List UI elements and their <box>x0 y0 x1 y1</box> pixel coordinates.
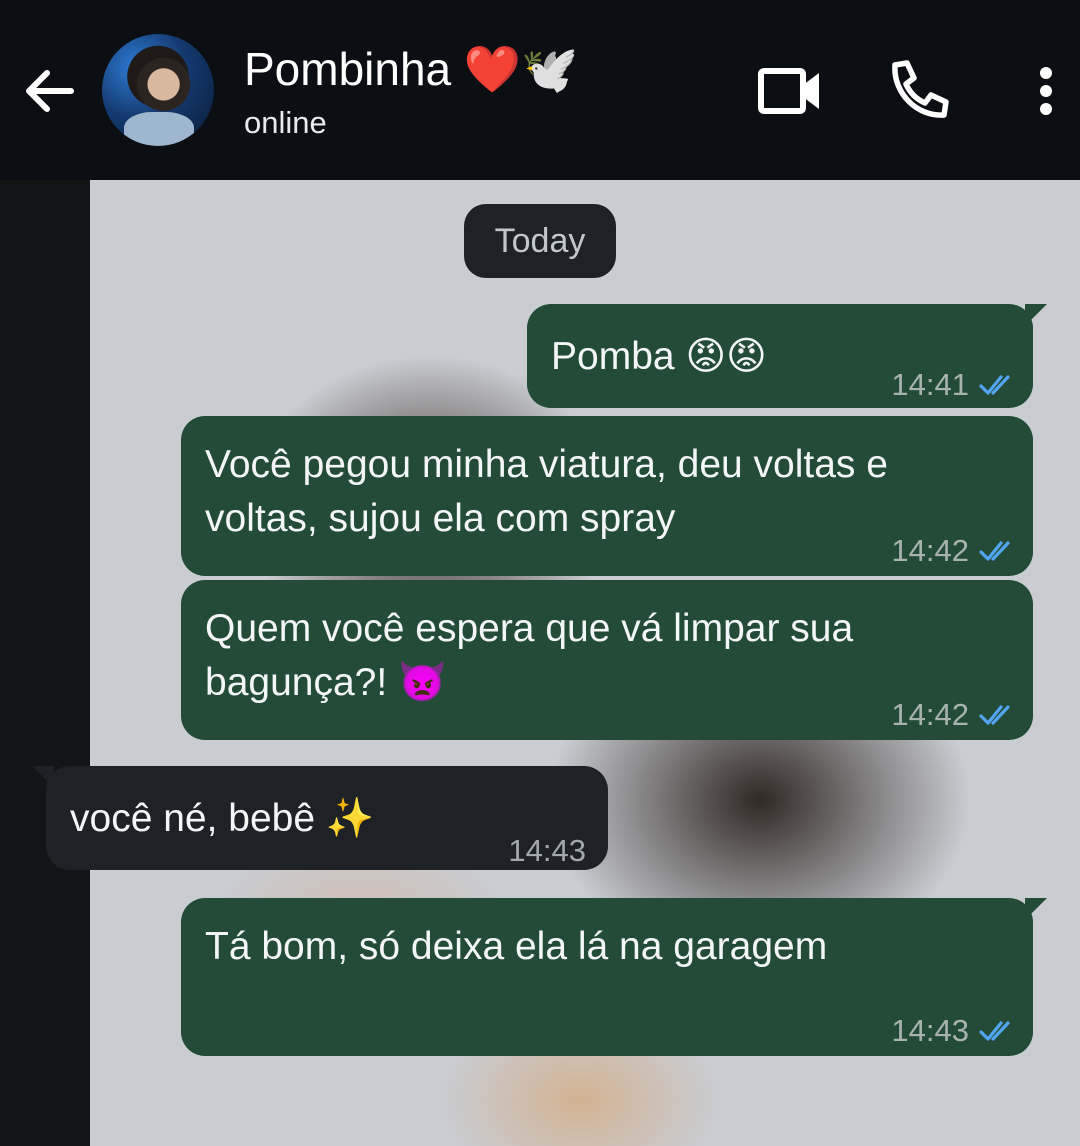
video-call-button[interactable] <box>748 56 832 126</box>
chat-area[interactable]: Today Pomba 😡😡 14:41 Você pegou minha vi… <box>0 180 1080 1146</box>
outgoing-message[interactable]: Tá bom, só deixa ela lá na garagem 14:43 <box>181 898 1047 1058</box>
message-text: Pomba 😡😡 <box>551 335 767 378</box>
bubble-tail <box>1025 898 1047 920</box>
message-time: 14:41 <box>891 367 969 402</box>
more-options-icon <box>1040 67 1052 115</box>
contact-avatar[interactable] <box>102 34 214 146</box>
message-text: Quem você espera que vá limpar sua bagun… <box>205 602 853 710</box>
message-line: bagunça?! 👿 <box>205 661 447 704</box>
message-time: 14:42 <box>891 697 969 732</box>
message-time: 14:43 <box>891 1013 969 1048</box>
video-call-icon <box>758 68 819 114</box>
message-line: Quem você espera que vá limpar sua <box>205 607 854 650</box>
outgoing-message[interactable]: Pomba 😡😡 14:41 <box>527 304 1047 408</box>
message-text: você né, bebê ✨ <box>70 797 375 840</box>
message-line: Você pegou minha viatura, deu voltas e <box>205 443 888 486</box>
contact-name[interactable]: Pombinha ❤️🕊️ <box>244 42 578 97</box>
message-meta: 14:43 <box>891 1004 1019 1058</box>
date-divider: Today <box>464 204 616 278</box>
message-text: Você pegou minha viatura, deu voltas e v… <box>205 438 888 546</box>
bubble-tail <box>32 766 54 788</box>
back-arrow-icon <box>26 70 74 112</box>
voice-call-button[interactable] <box>876 52 960 128</box>
read-receipt-icon <box>979 541 1010 561</box>
message-time: 14:42 <box>891 533 969 568</box>
message-line: voltas, sujou ela com spray <box>205 497 676 540</box>
message-meta: 14:42 <box>891 524 1019 578</box>
message-text: Tá bom, só deixa ela lá na garagem <box>205 925 828 968</box>
read-receipt-icon <box>979 375 1010 395</box>
message-meta: 14:43 <box>508 824 586 878</box>
read-receipt-icon <box>979 1021 1010 1041</box>
phone-call-icon <box>892 60 949 118</box>
message-meta: 14:42 <box>891 688 1019 742</box>
back-button[interactable] <box>14 56 84 126</box>
read-receipt-icon <box>979 705 1010 725</box>
chat-header: Pombinha ❤️🕊️ online <box>0 0 1080 180</box>
message-meta: 14:41 <box>891 358 1019 412</box>
contact-status: online <box>244 105 327 140</box>
message-time: 14:43 <box>508 833 586 868</box>
outgoing-message[interactable]: Você pegou minha viatura, deu voltas e v… <box>181 416 1033 576</box>
more-options-button[interactable] <box>1016 56 1076 126</box>
bubble-tail <box>1025 304 1047 326</box>
incoming-message[interactable]: você né, bebê ✨ 14:43 <box>32 766 608 870</box>
outgoing-message[interactable]: Quem você espera que vá limpar sua bagun… <box>181 580 1033 740</box>
